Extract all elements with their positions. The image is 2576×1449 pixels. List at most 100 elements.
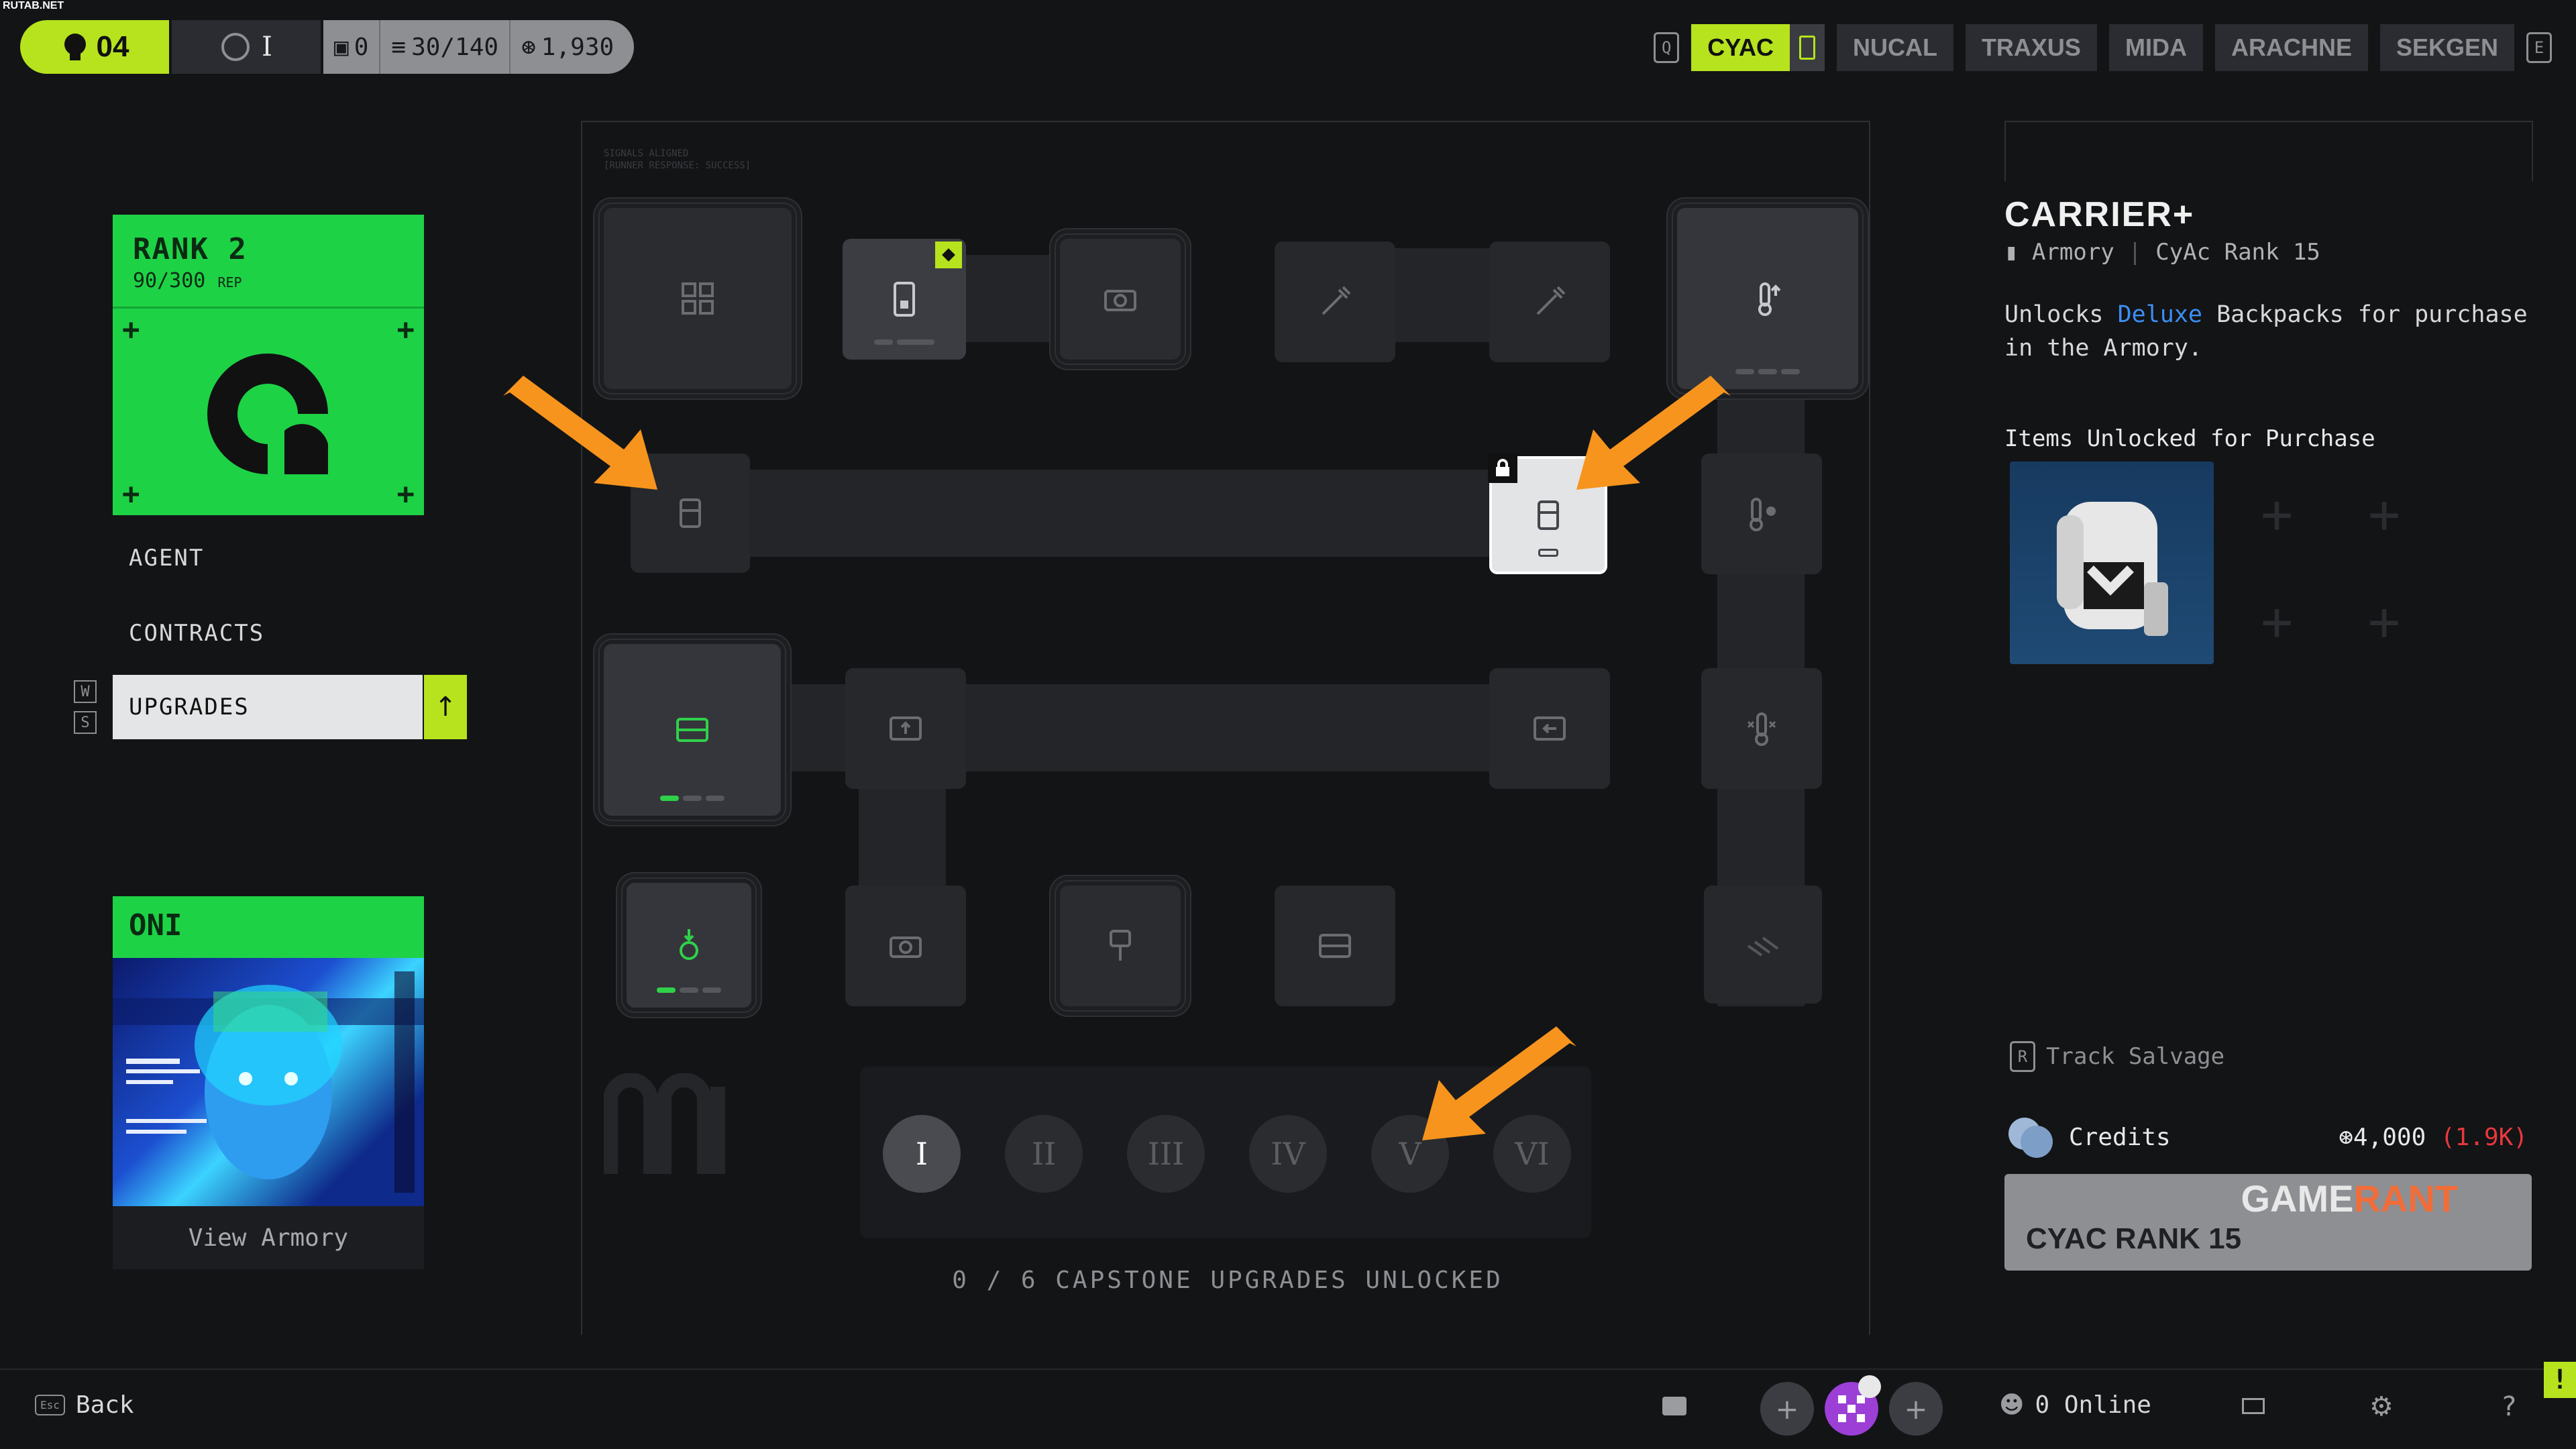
settings-gear-icon[interactable]: ⚙ (2369, 1391, 2394, 1422)
upgrade-node[interactable] (627, 883, 751, 1008)
player-rank-value: I (262, 32, 272, 62)
prev-faction-key[interactable]: Q (1654, 32, 1680, 63)
mail-icon[interactable] (2242, 1398, 2265, 1414)
tab-cyac[interactable]: CYAC (1691, 24, 1790, 71)
credits-label: Credits (2069, 1123, 2171, 1151)
tab-traxus[interactable]: TRAXUS (1965, 24, 2097, 71)
stat-boxes[interactable]: ▣ 0 (323, 20, 380, 74)
panel-icon (676, 718, 708, 742)
progress-pips (660, 796, 724, 801)
chat-icon[interactable] (1662, 1397, 1686, 1415)
agent-card[interactable]: ONI View Armory (113, 896, 424, 1269)
tab-arachne[interactable]: ARACHNE (2214, 24, 2368, 71)
upgrade-node[interactable] (845, 668, 966, 789)
stat-storage[interactable]: ≡ 30/140 (379, 20, 510, 74)
nav-contracts[interactable]: CONTRACTS (129, 620, 264, 647)
upgrade-node[interactable] (604, 644, 781, 816)
track-salvage-button[interactable]: R Track Salvage (2010, 1041, 2224, 1072)
view-armory-link[interactable]: View Armory (113, 1206, 424, 1269)
online-count: 0 Online (2035, 1391, 2151, 1419)
upgrade-node[interactable] (1060, 239, 1181, 360)
nav-upgrades[interactable]: UPGRADES (113, 675, 423, 739)
help-icon[interactable]: ? (2501, 1391, 2517, 1422)
credit-icon: ⊛ (521, 33, 536, 61)
upgrade-node[interactable] (1704, 885, 1822, 1004)
progress-pips (657, 987, 721, 993)
tab-mida[interactable]: MIDA (2108, 24, 2203, 71)
watermark-part: RANT (2353, 1177, 2458, 1220)
capstone-iv[interactable]: IV (1249, 1115, 1327, 1193)
stat-credits-value: 1,930 (541, 33, 614, 61)
progress-pips (1735, 369, 1800, 374)
corner-plus-icon: + (396, 477, 415, 511)
stat-storage-value: 30/140 (411, 33, 499, 61)
credits-cost: 4,000 (2353, 1123, 2426, 1151)
rank-card: RANK 2 90/300 REP + + + + (113, 215, 424, 515)
upgrade-node[interactable] (1489, 241, 1610, 362)
cyac-logo-icon (207, 354, 328, 474)
empty-slot-icon: + (2261, 590, 2294, 653)
track-salvage-label: Track Salvage (2046, 1043, 2225, 1070)
player-rank[interactable]: I (172, 20, 321, 74)
frame-corner-text: SIGNALS ALIGNED [RUNNER RESPONSE: SUCCES… (604, 148, 751, 171)
backpack-icon (680, 498, 701, 528)
lock-icon (1488, 453, 1517, 483)
next-faction-key[interactable]: E (2526, 32, 2552, 63)
capstone-ii[interactable]: II (1005, 1115, 1083, 1193)
upgrade-title: CARRIER+ (2004, 195, 2195, 234)
stat-credits[interactable]: ⊛ 1,930 (509, 20, 635, 74)
box-icon: ▣ (334, 33, 349, 61)
annotation-arrow-icon (1422, 1026, 1576, 1140)
upgrade-node[interactable] (1701, 668, 1822, 789)
backpack-icon (1538, 500, 1559, 530)
thermometer-up-icon (1758, 282, 1781, 316)
rank-requirement-label: CYAC RANK 15 (2026, 1222, 2242, 1255)
add-squad-button[interactable]: + (1760, 1382, 1814, 1436)
annotation-arrow-icon (1576, 376, 1731, 490)
detail-frame (2004, 121, 2533, 181)
add-squad-button[interactable]: + (1889, 1382, 1943, 1436)
sign-icon (1110, 930, 1131, 961)
rank-title: RANK 2 (133, 232, 248, 266)
credits-coin-icon (2008, 1118, 2053, 1158)
upgrade-node[interactable] (1489, 668, 1610, 789)
capstone-iii[interactable]: III (1127, 1115, 1205, 1193)
key-w: W (74, 680, 97, 703)
avatar-icon (1838, 1395, 1865, 1422)
upgrade-node[interactable] (1677, 208, 1858, 389)
alert-icon[interactable]: ! (2544, 1362, 2576, 1398)
agent-name: ONI (113, 896, 424, 958)
progress-pips (1538, 549, 1558, 557)
rank-ring-icon (221, 33, 250, 61)
gamerant-watermark: GAMERANT (2241, 1177, 2458, 1220)
esc-key: Esc (35, 1395, 65, 1415)
friends-online[interactable]: ☻ 0 Online (1999, 1391, 2151, 1419)
progress-pips (874, 339, 934, 345)
items-heading: Items Unlocked for Purchase (2004, 425, 2375, 452)
friends-icon: ☻ (1999, 1391, 2025, 1419)
tab-nucal[interactable]: NUCAL (1836, 24, 1953, 71)
rank-requirement-button[interactable]: GAMERANT CYAC RANK 15 (2004, 1174, 2532, 1271)
corner-plus-icon: + (122, 313, 140, 347)
mic-icon (1858, 1375, 1881, 1398)
annotation-arrow-icon (503, 376, 657, 490)
upgrade-node[interactable] (604, 208, 792, 389)
player-level-value: 04 (96, 30, 129, 63)
upgrade-node[interactable] (1275, 885, 1395, 1006)
upgrade-node[interactable] (845, 885, 966, 1006)
upgrade-node[interactable] (1060, 885, 1181, 1006)
panel-icon (1319, 934, 1351, 958)
item-backpack[interactable] (2010, 462, 2214, 664)
back-button[interactable]: Esc Back (35, 1391, 134, 1419)
player-level[interactable]: 04 (20, 20, 169, 74)
empty-slot-icon: + (2368, 590, 2401, 653)
capstone-i[interactable]: I (883, 1115, 961, 1193)
player-icon (64, 34, 86, 60)
corner-plus-icon: + (396, 313, 415, 347)
panel-up-icon (890, 716, 922, 741)
player-status-bar: 04 I ▣ 0 ≡ 30/140 ⊛ 1,930 (20, 20, 635, 74)
nav-agent[interactable]: AGENT (129, 545, 204, 572)
upgrade-node[interactable] (1275, 241, 1395, 362)
tab-sekgen[interactable]: SEKGEN (2379, 24, 2514, 71)
faded-logo-icon (604, 1073, 725, 1174)
